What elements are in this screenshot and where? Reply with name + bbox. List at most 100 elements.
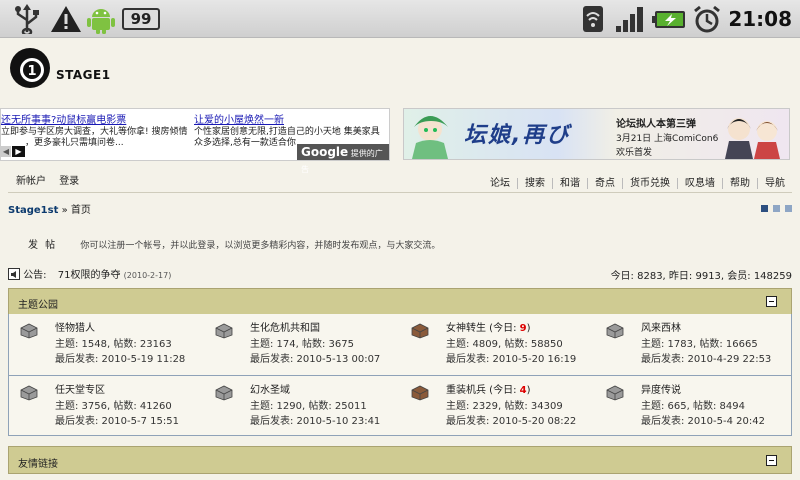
forum-icon: [606, 323, 624, 339]
forum-last-post[interactable]: 最后发表: 2010-5-13 00:07: [250, 350, 380, 365]
android-icon: [87, 9, 115, 34]
announcement-date: (2010-2-17): [123, 271, 172, 280]
breadcrumb-separator: »: [61, 205, 68, 216]
divider: [8, 192, 792, 193]
forum-name[interactable]: 风来西林: [641, 323, 681, 334]
nav-item-help[interactable]: 帮助: [722, 178, 757, 189]
forum-name[interactable]: 异度传说: [641, 385, 681, 396]
announcement-icon: [8, 268, 20, 280]
forum-icon: [606, 385, 624, 401]
forum-counts: 主题: 174, 帖数: 3675: [250, 339, 354, 350]
user-bar: 新帐户 登录: [16, 172, 89, 187]
forum-name[interactable]: 生化危机共和国: [250, 323, 320, 334]
forum-title[interactable]: 女神转生 (今日: 9): [446, 319, 531, 334]
forum-title[interactable]: 任天堂专区: [55, 381, 105, 396]
forum-title[interactable]: 重装机兵 (今日: 4): [446, 381, 531, 396]
forum-stats: 今日: 8283, 昨日: 9913, 会员: 148259: [610, 271, 792, 282]
characters-image: [725, 118, 780, 159]
forum-item[interactable]: 风来西林主题: 1783, 帖数: 16665 最后发表: 2010-4-29 2…: [605, 319, 800, 375]
forum-name[interactable]: 女神转生: [446, 323, 486, 334]
register-link[interactable]: 新帐户: [16, 176, 46, 187]
forum-icon: [215, 323, 233, 339]
ad-text-line: ，更多豪礼只需填问卷...: [25, 138, 124, 148]
forum-item[interactable]: 怪物猎人主题: 1548, 帖数: 23163 最后发表: 2010-5-19 1…: [19, 319, 214, 375]
status-bar: 99 21:08: [0, 0, 800, 38]
style-switcher: [756, 204, 792, 215]
announcement-link[interactable]: 71权限的争夺: [58, 270, 121, 281]
warning-icon: [51, 6, 81, 32]
forum-item[interactable]: 幻水圣域 主题: 1290, 帖数: 25011 最后发表: 2010-5-10 2…: [214, 381, 409, 437]
forum-icon: [20, 385, 38, 401]
forum-last-post[interactable]: 最后发表: 2010-5-7 15:51: [55, 412, 179, 427]
collapse-icon[interactable]: [766, 296, 777, 307]
notification-count-icon: 99: [122, 8, 160, 30]
forum-title[interactable]: 风来西林: [641, 319, 681, 334]
breadcrumb-site[interactable]: Stage1st: [8, 205, 58, 216]
forum-counts: 主题: 1548, 帖数: 23163: [55, 339, 172, 350]
forum-name[interactable]: 怪物猎人: [55, 323, 95, 334]
announcement-label: 公告:: [23, 270, 47, 281]
breadcrumb-home[interactable]: 首页: [71, 205, 91, 216]
breadcrumb: Stage1st » 首页: [8, 201, 91, 216]
google-brand: Google: [301, 145, 349, 159]
forum-last-post[interactable]: 最后发表: 2010-5-10 23:41: [250, 412, 380, 427]
forum-last-post[interactable]: 最后发表: 2010-5-4 20:42: [641, 412, 765, 427]
forum-last-post[interactable]: 最后发表: 2010-4-29 22:53: [641, 350, 771, 365]
nav-item-search[interactable]: 搜索: [517, 178, 552, 189]
usb-icon: [15, 4, 39, 34]
forum-title[interactable]: 怪物猎人: [55, 319, 95, 334]
section-title[interactable]: 友情链接: [18, 455, 58, 470]
forum-last-post[interactable]: 最后发表: 2010-5-20 16:19: [446, 350, 576, 365]
forum-last-post[interactable]: 最后发表: 2010-5-19 11:28: [55, 350, 185, 365]
forum-today-count: 9: [519, 323, 527, 334]
site-logo[interactable]: 1: [8, 46, 52, 90]
forum-name[interactable]: 幻水圣域: [250, 385, 290, 396]
section-header-topic-park: 主题公园: [8, 288, 792, 315]
banner-title: 坛娘,再び: [464, 123, 571, 148]
nav-item-forum[interactable]: 论坛: [483, 178, 517, 189]
svg-text:1: 1: [27, 64, 36, 79]
new-post-button[interactable]: 发 帖: [28, 240, 57, 251]
nav-item-currency-exchange[interactable]: 货币兑换: [622, 178, 677, 189]
forum-icon: [20, 323, 38, 339]
forum-last-post[interactable]: 最后发表: 2010-5-20 08:22: [446, 412, 576, 427]
collapse-icon[interactable]: [766, 455, 777, 466]
banner-ad[interactable]: 坛娘,再び 论坛拟人本第三弹 3月21日 上海ComiCon6 欢乐首发: [403, 108, 790, 160]
forum-new-icon: [411, 323, 429, 339]
forum-title[interactable]: 生化危机共和国: [250, 319, 320, 334]
section-title[interactable]: 主题公园: [18, 296, 58, 311]
nav-item-singularity[interactable]: 奇点: [587, 178, 622, 189]
ad-nav[interactable]: ◀ ▶: [1, 146, 25, 158]
style-swatch[interactable]: [761, 205, 768, 212]
forum-counts: 主题: 1783, 帖数: 16665: [641, 339, 758, 350]
forum-name[interactable]: 重装机兵: [446, 385, 486, 396]
site-name[interactable]: STAGE1: [56, 68, 111, 82]
forum-new-icon: [411, 385, 429, 401]
forum-item[interactable]: 重装机兵 (今日: 4) 主题: 2329, 帖数: 34309 最后发表: 201…: [410, 381, 605, 437]
nav-item-navigation[interactable]: 导航: [757, 178, 792, 189]
ad-next-icon[interactable]: ▶: [12, 146, 25, 157]
forum-counts: 主题: 3756, 帖数: 41260: [55, 401, 172, 412]
text-ad[interactable]: 还无所事事?动鼠标赢电影票 立即参与学区房大调查，大礼等你拿! 搜房倾情 ，更多…: [0, 108, 390, 174]
forum-item[interactable]: 任天堂专区主题: 3756, 帖数: 41260 最后发表: 2010-5-7 1…: [19, 381, 214, 437]
signal-icon: [616, 7, 643, 32]
forum-item[interactable]: 异度传说 主题: 665, 帖数: 8494 最后发表: 2010-5-4 20:4…: [605, 381, 800, 437]
row-divider: [9, 375, 791, 376]
forum-title[interactable]: 异度传说: [641, 381, 681, 396]
post-row: 发 帖 你可以注册一个帐号，并以此登录，以浏览更多精彩内容，并随时发布观点，与大…: [28, 236, 440, 251]
style-swatch[interactable]: [773, 205, 780, 212]
announcement: 公告: 71权限的争夺 (2010-2-17): [8, 266, 171, 281]
login-link[interactable]: 登录: [59, 176, 79, 187]
wifi-icon: [583, 6, 603, 32]
clock: 21:08: [728, 7, 792, 31]
ad-prev-icon[interactable]: ◀: [1, 146, 11, 157]
forum-item[interactable]: 女神转生 (今日: 9) 主题: 4809, 帖数: 58850 最后发表: 201…: [410, 319, 605, 375]
style-swatch[interactable]: [785, 205, 792, 212]
forum-title[interactable]: 幻水圣域: [250, 381, 290, 396]
forum-today-count: 4: [519, 385, 527, 396]
nav-item-sigh-wall[interactable]: 叹息墙: [677, 178, 722, 189]
nav-item-harmony[interactable]: 和谐: [552, 178, 587, 189]
forum-name[interactable]: 任天堂专区: [55, 385, 105, 396]
forum-item[interactable]: 生化危机共和国主题: 174, 帖数: 3675 最后发表: 2010-5-13 …: [214, 319, 409, 375]
google-ads-badge[interactable]: Google 提供的广告: [297, 144, 389, 174]
